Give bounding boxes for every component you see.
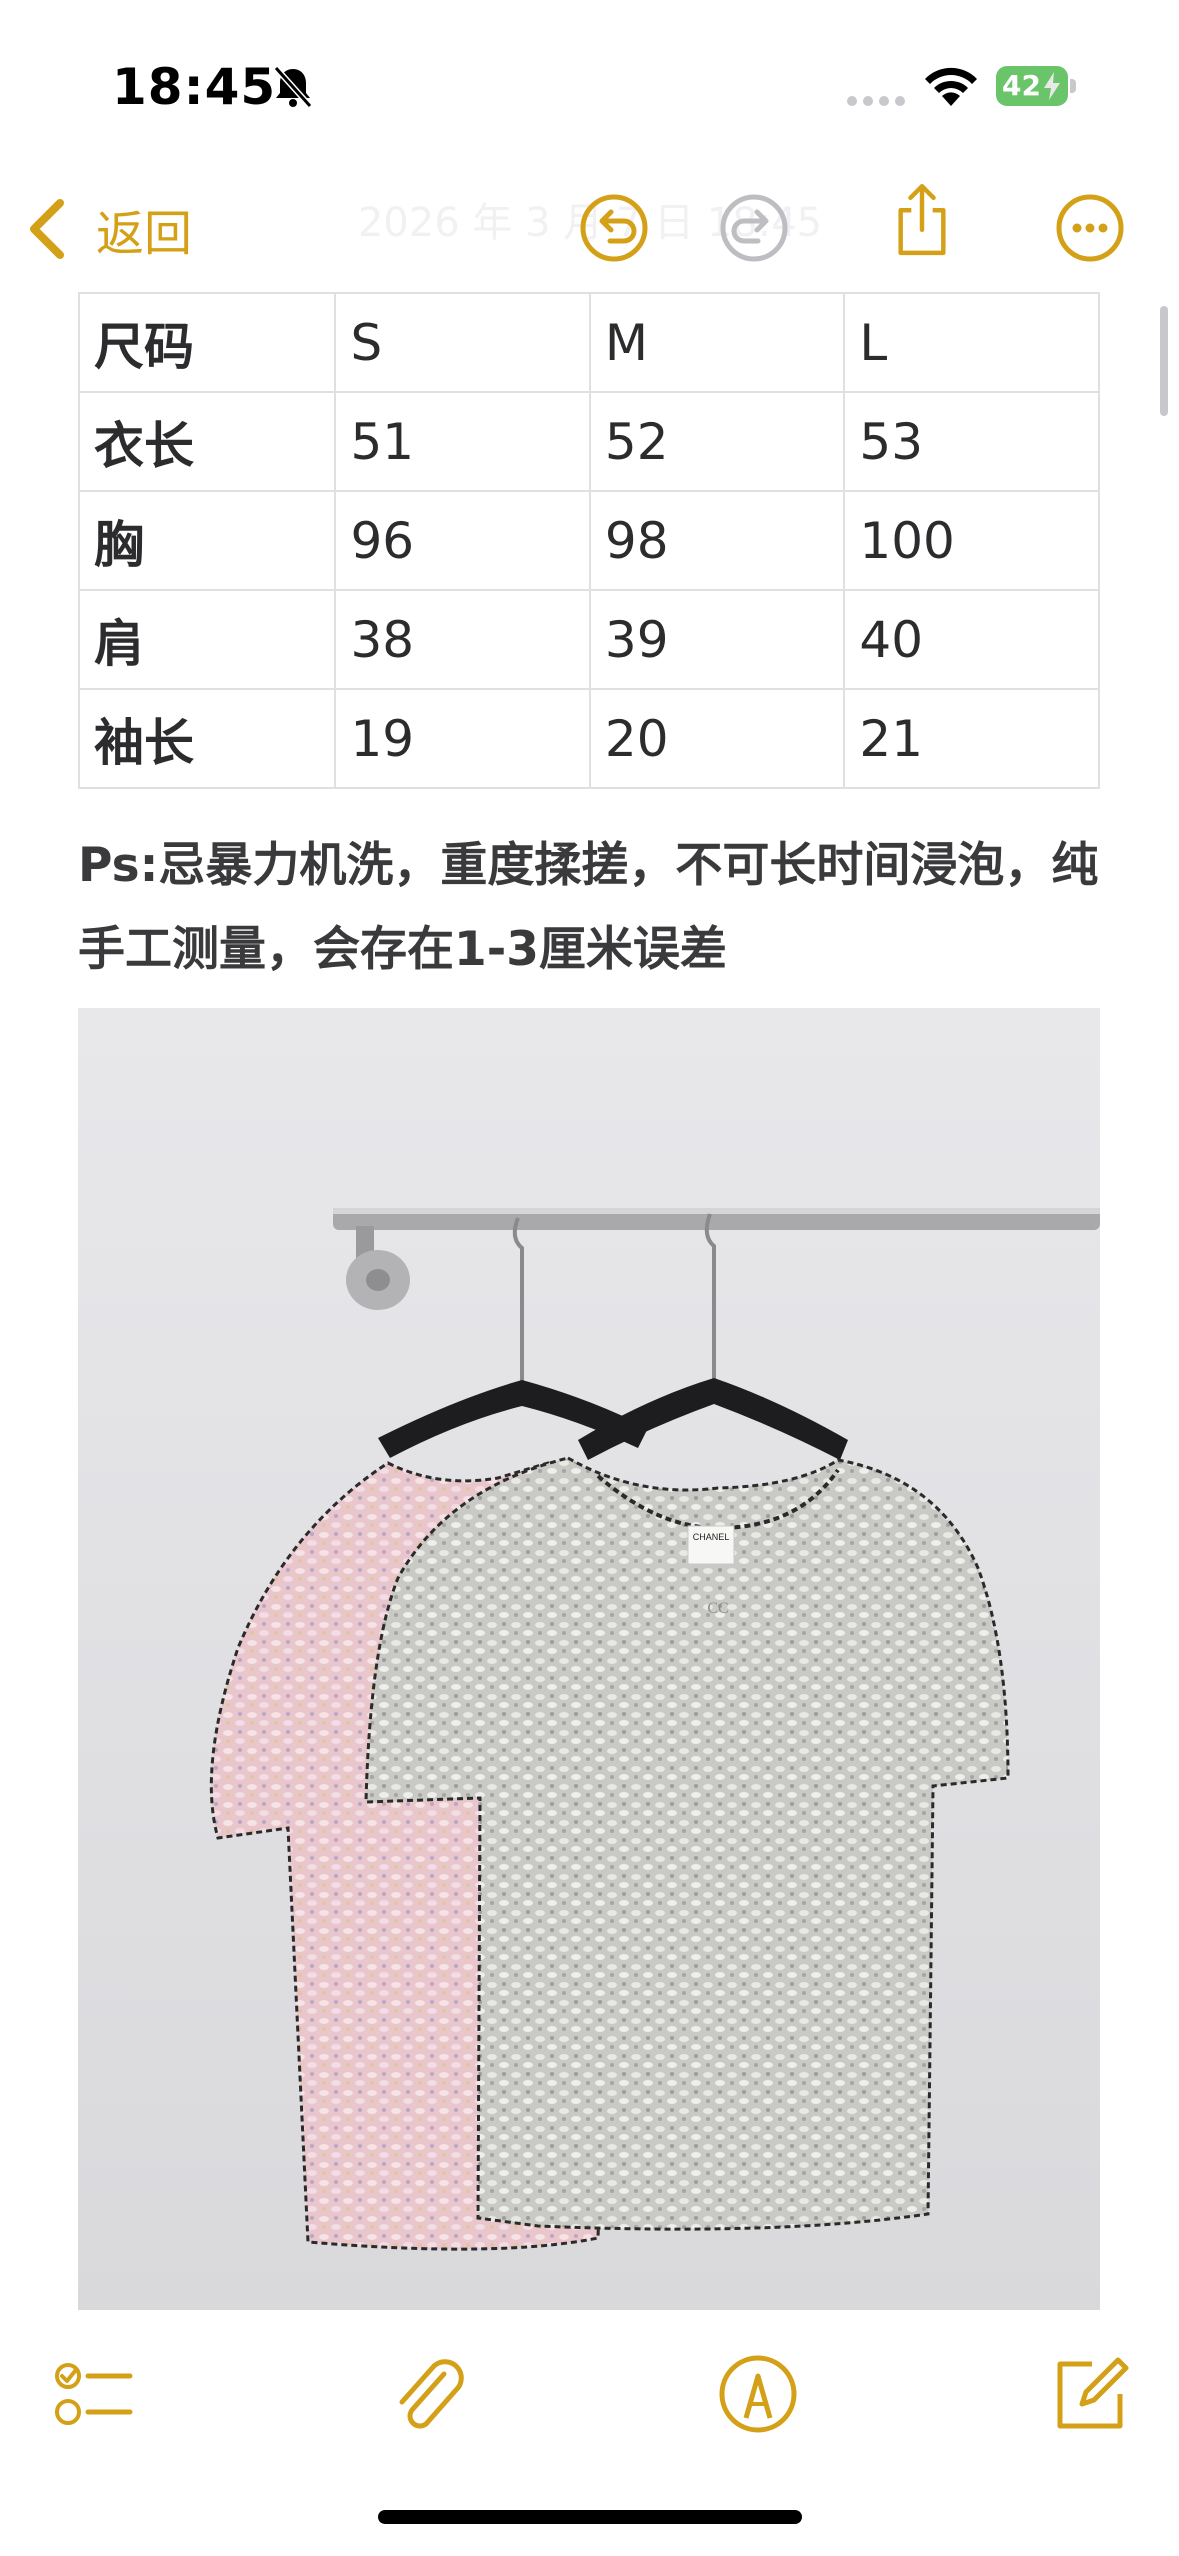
table-cell[interactable]: 40 (843, 589, 1100, 690)
table-cell[interactable]: M (588, 292, 846, 393)
table-cell[interactable]: 51 (334, 391, 591, 492)
bolt-icon (1044, 72, 1060, 100)
notes-screen: 18:45 42 返回 2026 年 3 月 7 日 18:45 尺码 S M … (0, 0, 1179, 2556)
table-cell[interactable]: 52 (588, 391, 846, 492)
size-table: 尺码 S M L 衣长 51 52 53 胸 96 98 100 肩 38 39 40 袖长 19 20 21 (77, 292, 1100, 789)
photo-label-text: CHANEL (693, 1532, 730, 1542)
table-cell[interactable]: 98 (588, 490, 846, 591)
more-icon[interactable] (1050, 188, 1130, 268)
battery-level: 42 (1002, 69, 1041, 102)
status-time: 18:45 (112, 58, 277, 116)
cc-logo: CC (707, 1600, 728, 1617)
table-cell[interactable]: 38 (334, 589, 591, 690)
markup-pen-icon (719, 2355, 797, 2433)
table-row-label[interactable]: 肩 (77, 589, 337, 690)
checklist-button[interactable] (52, 2352, 136, 2436)
chevron-left-icon (30, 199, 64, 259)
table-cell[interactable]: 39 (588, 589, 846, 690)
table-cell[interactable]: 20 (588, 688, 846, 789)
scroll-indicator[interactable] (1160, 306, 1168, 416)
table-row-label[interactable]: 袖长 (77, 688, 337, 789)
table-cell[interactable]: 96 (334, 490, 591, 591)
attachment-button[interactable] (386, 2352, 470, 2436)
compose-icon (1057, 2357, 1129, 2429)
bottom-toolbar (0, 2330, 1179, 2450)
table-row-label[interactable]: 衣长 (77, 391, 337, 492)
table-cell[interactable]: 19 (334, 688, 591, 789)
table-row: 袖长 19 20 21 (77, 688, 1100, 789)
signal-dots-icon (847, 96, 905, 106)
table-cell[interactable]: L (843, 292, 1100, 393)
nav-bar: 返回 2026 年 3 月 7 日 18:45 (0, 170, 1179, 290)
table-cell[interactable]: 53 (843, 391, 1100, 492)
table-cell[interactable]: 100 (843, 490, 1100, 591)
share-icon[interactable] (882, 180, 962, 260)
markup-button[interactable] (716, 2352, 800, 2436)
bell-slash-icon (273, 65, 313, 109)
checklist-icon (55, 2363, 133, 2425)
product-photo[interactable]: CHANEL CC (78, 1008, 1100, 2310)
battery-tip (1070, 79, 1076, 93)
table-row-label[interactable]: 尺码 (77, 292, 337, 393)
home-indicator[interactable] (378, 2510, 802, 2524)
paperclip-icon (399, 2359, 464, 2429)
battery-charging-icon: 42 (996, 66, 1076, 106)
table-cell[interactable]: 21 (843, 688, 1100, 789)
wifi-icon (925, 67, 977, 106)
table-row: 衣长 51 52 53 (77, 391, 1100, 492)
undo-icon[interactable] (574, 188, 654, 268)
back-label: 返回 (96, 206, 193, 262)
size-table-body: 尺码 S M L 衣长 51 52 53 胸 96 98 100 肩 38 39 40 袖长 19 20 21 (77, 292, 1100, 789)
photo-illustration: CHANEL CC (78, 1008, 1100, 2310)
table-row-label[interactable]: 胸 (77, 490, 337, 591)
note-text[interactable]: Ps:忌暴力机洗，重度揉搓，不可长时间浸泡，纯手工测量，会存在1-3厘米误差 (78, 824, 1108, 992)
table-cell[interactable]: S (334, 292, 591, 393)
table-row: 肩 38 39 40 (77, 589, 1100, 690)
status-bar: 18:45 42 (0, 0, 1179, 170)
table-row: 胸 96 98 100 (77, 490, 1100, 591)
compose-button[interactable] (1048, 2352, 1132, 2436)
redo-icon[interactable] (714, 188, 794, 268)
back-button[interactable]: 返回 (24, 192, 192, 266)
table-header-row: 尺码 S M L (77, 292, 1100, 393)
